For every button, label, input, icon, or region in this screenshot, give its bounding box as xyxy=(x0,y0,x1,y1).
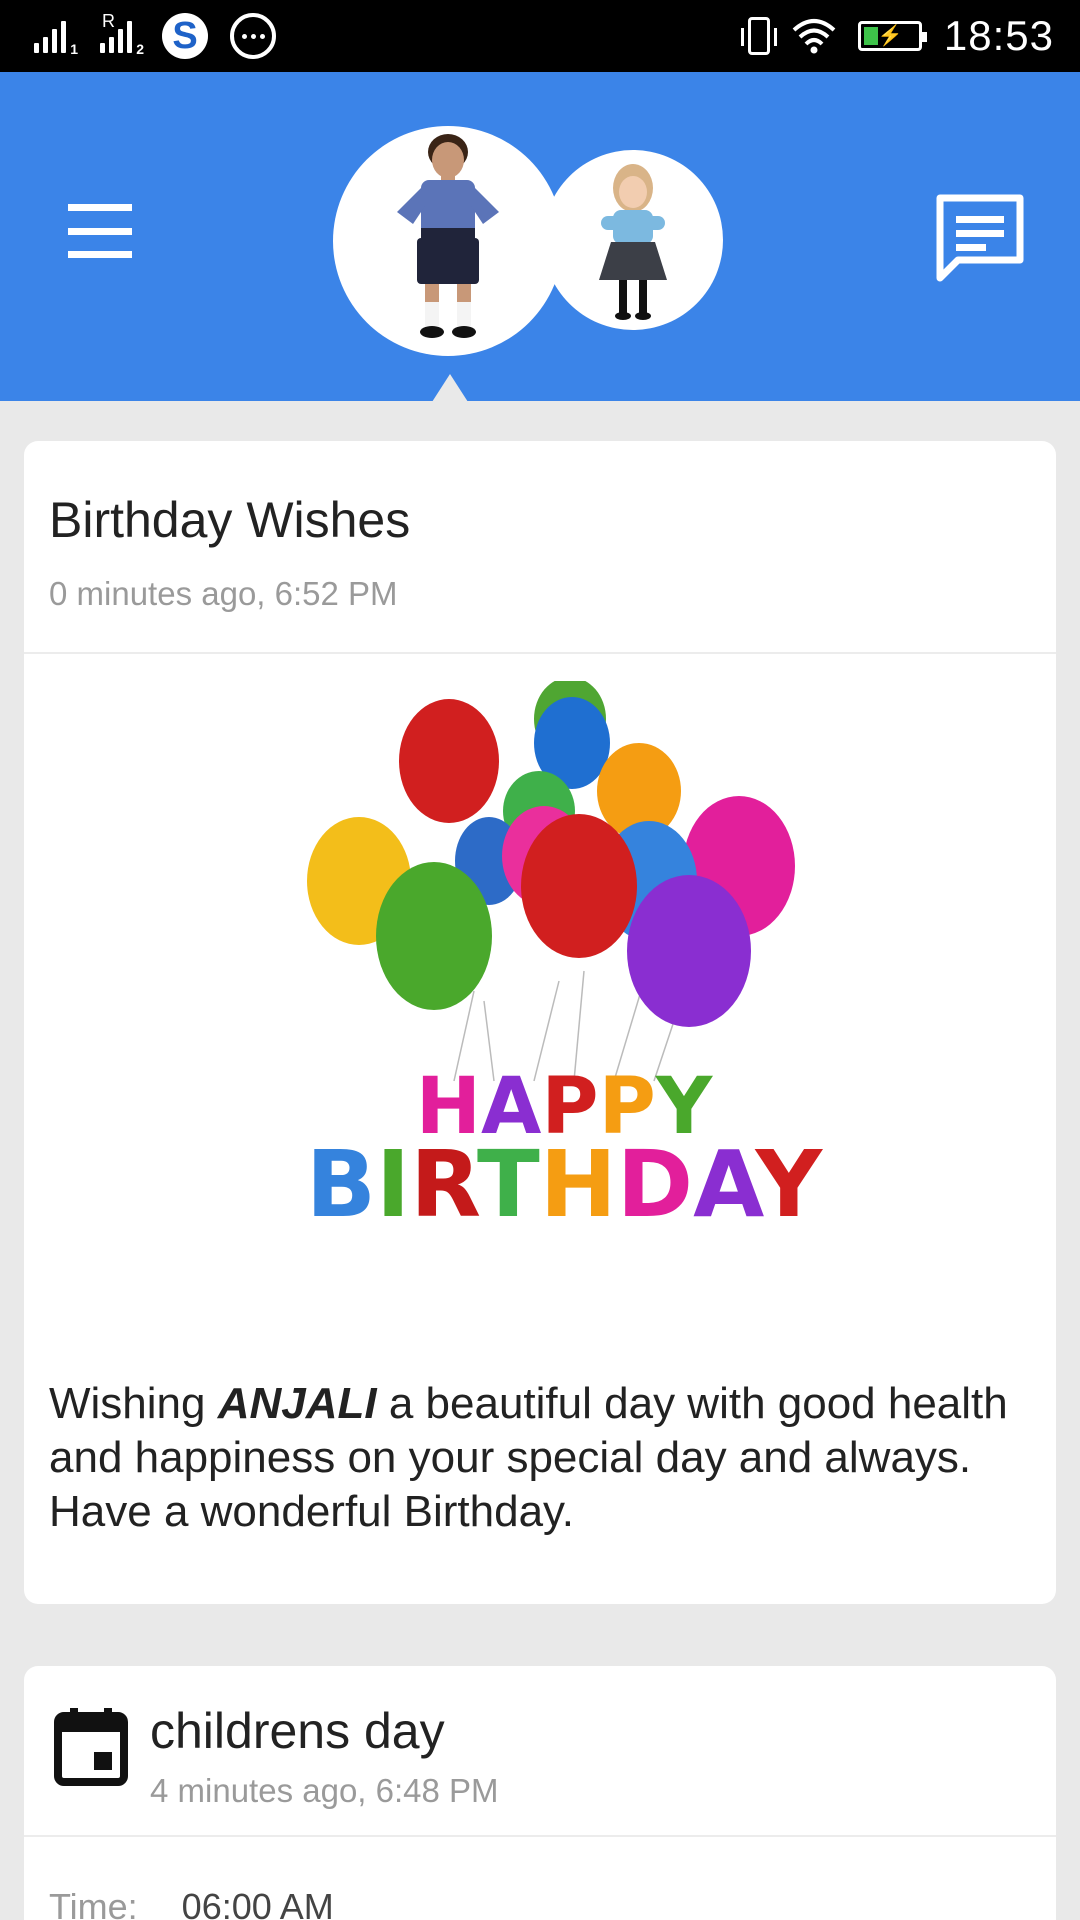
messages-button[interactable] xyxy=(934,192,1026,284)
birthday-balloons-image[interactable]: HAPPY BIRTHDAY xyxy=(274,677,854,1241)
sim1-signal-icon: 1 xyxy=(34,19,78,57)
vibrate-icon xyxy=(740,17,777,55)
birthday-text: BIRTHDAY xyxy=(306,1131,824,1238)
post-card-childrens-day[interactable]: childrens day 4 minutes ago, 6:48 PM Tim… xyxy=(24,1666,1056,1920)
status-bar: 1 R 2 S ⚡ 18:53 xyxy=(0,0,1080,72)
sim2-label: 2 xyxy=(136,41,144,57)
sim2-signal-icon: R 2 xyxy=(100,11,144,57)
post-title: Birthday Wishes xyxy=(49,492,411,548)
app-header xyxy=(0,72,1080,402)
post-timestamp: 0 minutes ago, 6:52 PM xyxy=(49,575,398,612)
post-message: Wishing ANJALI a beautiful day with good… xyxy=(49,1377,1039,1539)
calendar-icon xyxy=(54,1706,128,1786)
status-right: ⚡ 18:53 xyxy=(740,12,1054,60)
event-time-label: Time: xyxy=(49,1886,138,1920)
status-left: 1 R 2 S xyxy=(34,11,276,59)
boy-image xyxy=(397,134,499,338)
avatar-student-boy[interactable] xyxy=(333,126,563,356)
roaming-label: R xyxy=(102,11,115,31)
message-icon xyxy=(936,194,1024,282)
menu-button[interactable] xyxy=(68,204,132,258)
post-card-birthday-wishes[interactable]: Birthday Wishes 0 minutes ago, 6:52 PM H… xyxy=(24,441,1056,1604)
status-clock: 18:53 xyxy=(943,12,1054,59)
girl-image xyxy=(599,164,667,320)
post-divider xyxy=(24,1835,1056,1837)
sim1-label: 1 xyxy=(70,41,78,57)
message-highlight-name: ANJALI xyxy=(217,1379,377,1428)
message-text-start: Wishing xyxy=(49,1379,218,1428)
selected-avatar-pointer xyxy=(432,374,468,402)
wifi-icon xyxy=(792,18,836,54)
event-time-value: 06:00 AM xyxy=(181,1886,334,1920)
battery-icon: ⚡ xyxy=(857,21,927,51)
post-title: childrens day xyxy=(150,1703,445,1759)
post-divider xyxy=(24,652,1056,654)
event-time-row: Time: 06:00 AM xyxy=(49,1886,334,1920)
chat-notification-icon xyxy=(230,13,276,59)
post-timestamp: 4 minutes ago, 6:48 PM xyxy=(150,1772,499,1809)
avatar-student-girl[interactable] xyxy=(543,150,723,330)
menu-icon xyxy=(68,204,132,211)
app-notification-icon: S xyxy=(162,13,208,59)
